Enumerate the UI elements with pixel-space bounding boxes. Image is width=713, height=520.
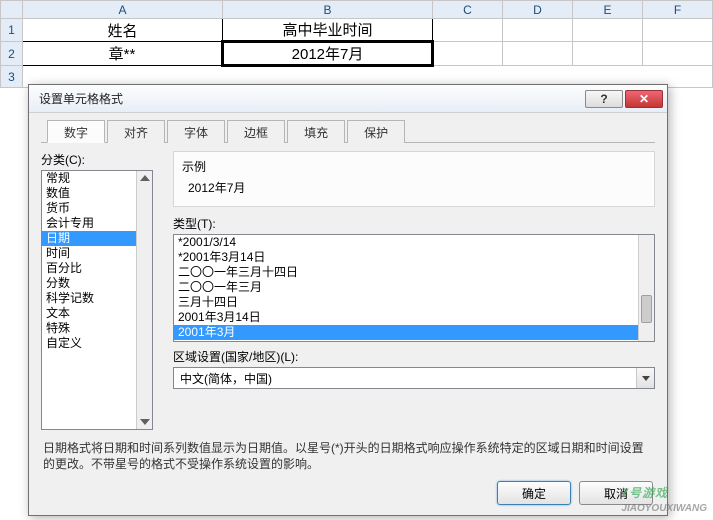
col-header-F[interactable]: F: [643, 1, 713, 19]
sample-label: 示例: [182, 158, 646, 175]
col-header-E[interactable]: E: [573, 1, 643, 19]
category-listbox[interactable]: 常规 数值 货币 会计专用 日期 时间 百分比 分数 科学记数 文本 特殊 自定…: [41, 170, 153, 430]
locale-value: 中文(简体，中国): [174, 370, 636, 387]
tab-font[interactable]: 字体: [167, 120, 225, 143]
dialog-title: 设置单元格格式: [39, 90, 583, 107]
tab-protection[interactable]: 保护: [347, 120, 405, 143]
category-label: 分类(C):: [41, 151, 153, 168]
scrollbar[interactable]: [136, 171, 152, 429]
help-icon: ?: [600, 92, 607, 106]
cell-F2[interactable]: [643, 42, 713, 66]
tab-bar: 数字 对齐 字体 边框 填充 保护: [41, 119, 655, 143]
list-item[interactable]: 二〇〇一年三月: [174, 280, 654, 295]
cell-B2-selected[interactable]: 2012年7月: [223, 42, 433, 66]
list-item[interactable]: 二〇〇一年三月十四日: [174, 265, 654, 280]
sample-value: 2012年7月: [182, 175, 646, 196]
type-label: 类型(T):: [173, 215, 655, 232]
col-header-A[interactable]: A: [23, 1, 223, 19]
cell-E2[interactable]: [573, 42, 643, 66]
col-header-C[interactable]: C: [433, 1, 503, 19]
scrollbar-thumb[interactable]: [641, 295, 652, 323]
ok-button[interactable]: 确定: [497, 481, 571, 505]
cell-D1[interactable]: [503, 19, 573, 42]
cell-A1[interactable]: 姓名: [23, 19, 223, 42]
list-item[interactable]: 三月十四日: [174, 295, 654, 310]
cell-D2[interactable]: [503, 42, 573, 66]
description-text: 日期格式将日期和时间系列数值显示为日期值。以星号(*)开头的日期格式响应操作系统…: [41, 430, 655, 482]
col-header-B[interactable]: B: [223, 1, 433, 19]
list-item-selected[interactable]: 2001年3月: [174, 325, 654, 340]
chevron-down-icon[interactable]: [636, 368, 654, 388]
tab-fill[interactable]: 填充: [287, 120, 345, 143]
type-listbox[interactable]: *2001/3/14 *2001年3月14日 二〇〇一年三月十四日 二〇〇一年三…: [173, 234, 655, 342]
cancel-button[interactable]: 取消: [579, 481, 653, 505]
tab-alignment[interactable]: 对齐: [107, 120, 165, 143]
cell-E1[interactable]: [573, 19, 643, 42]
list-item[interactable]: *2001/3/14: [174, 235, 654, 250]
cell-C1[interactable]: [433, 19, 503, 42]
list-item[interactable]: 2001年3月14日: [174, 310, 654, 325]
select-all-corner[interactable]: [1, 1, 23, 19]
row-header-2[interactable]: 2: [1, 42, 23, 66]
row-header-3[interactable]: 3: [1, 66, 23, 88]
cell-B1[interactable]: 高中毕业时间: [223, 19, 433, 42]
cell-A2[interactable]: 章**: [23, 42, 223, 66]
sample-box: 示例 2012年7月: [173, 151, 655, 207]
tab-border[interactable]: 边框: [227, 120, 285, 143]
format-cells-dialog: 设置单元格格式 ? ✕ 数字 对齐 字体 边框 填充 保护 分类(C): 常规 …: [28, 84, 668, 516]
cell-C2[interactable]: [433, 42, 503, 66]
tab-number[interactable]: 数字: [47, 120, 105, 143]
col-header-D[interactable]: D: [503, 1, 573, 19]
row-header-1[interactable]: 1: [1, 19, 23, 42]
titlebar[interactable]: 设置单元格格式 ? ✕: [29, 85, 667, 113]
locale-combo[interactable]: 中文(简体，中国): [173, 367, 655, 389]
spreadsheet: A B C D E F 1 姓名 高中毕业时间 2 章** 2012年7月 3: [0, 0, 713, 88]
cell-F1[interactable]: [643, 19, 713, 42]
grid: A B C D E F 1 姓名 高中毕业时间 2 章** 2012年7月 3: [0, 0, 713, 88]
locale-label: 区域设置(国家/地区)(L):: [173, 348, 655, 365]
scrollbar[interactable]: [638, 235, 654, 341]
close-button[interactable]: ✕: [625, 90, 663, 108]
help-button[interactable]: ?: [585, 90, 623, 108]
close-icon: ✕: [639, 92, 649, 106]
list-item[interactable]: *2001年3月14日: [174, 250, 654, 265]
